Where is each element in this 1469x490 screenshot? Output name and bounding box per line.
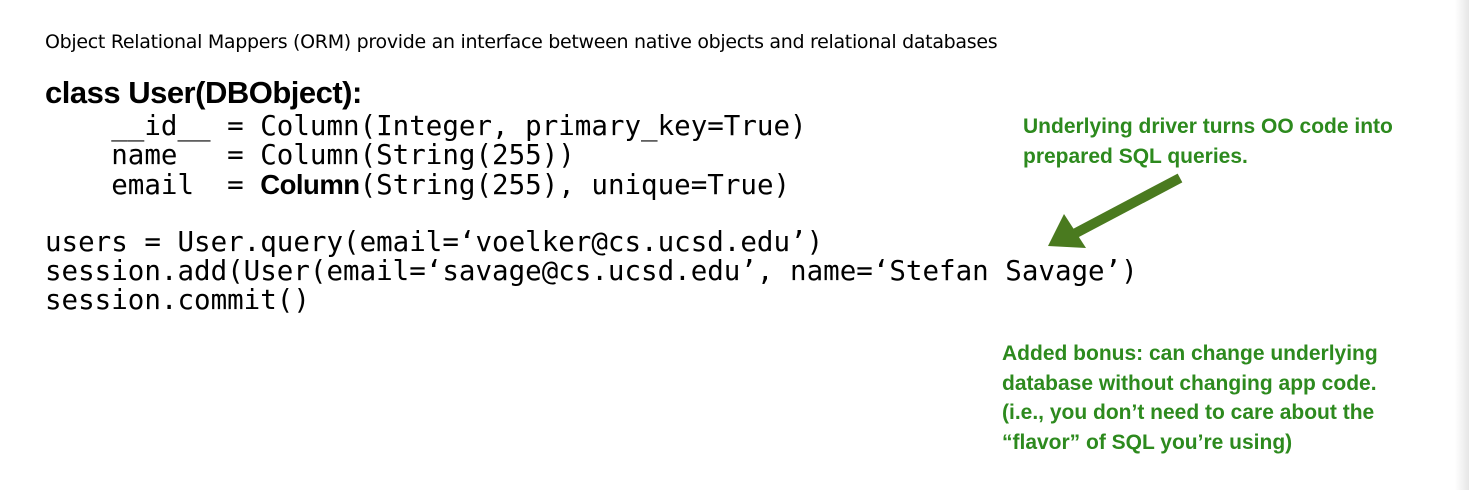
email-field-prefix: email =	[45, 169, 261, 201]
email-field-column-keyword: Column	[260, 169, 360, 200]
session-commit-line: session.commit()	[45, 284, 310, 316]
email-field-line: email = Column(String(255), unique=True)	[45, 170, 807, 200]
driver-note-line: prepared SQL queries.	[1023, 144, 1248, 168]
class-header: class User(DBObject):	[45, 75, 362, 110]
name-field-line: name = Column(String(255))	[45, 139, 575, 171]
bonus-note-line: database without changing app code.	[1002, 371, 1377, 395]
id-field-line: __id__ = Column(Integer, primary_key=Tru…	[45, 110, 807, 142]
bonus-note: Added bonus: can change underlying datab…	[1002, 339, 1378, 457]
slide-edge-shadow	[1455, 0, 1469, 490]
bonus-note-line: “flavor” of SQL you’re using)	[1002, 430, 1293, 454]
email-field-args: (String(255), unique=True)	[359, 169, 791, 201]
session-add-line: session.add(User(email=‘savage@cs.ucsd.e…	[45, 255, 1138, 287]
query-line: users = User.query(email=‘voelker@cs.ucs…	[45, 226, 824, 258]
driver-note-line: Underlying driver turns OO code into	[1023, 115, 1393, 138]
class-fields-code: __id__ = Column(Integer, primary_key=Tru…	[45, 110, 807, 200]
driver-note: Underlying driver turns OO code into pre…	[1023, 112, 1393, 171]
bonus-note-line: Added bonus: can change underlying	[1002, 342, 1378, 365]
usage-code: users = User.query(email=‘voelker@cs.ucs…	[45, 228, 1138, 315]
intro-text: Object Relational Mappers (ORM) provide …	[45, 31, 998, 53]
bonus-note-line: (i.e., you don’t need to care about the	[1002, 401, 1375, 424]
arrow-icon	[1048, 173, 1183, 248]
